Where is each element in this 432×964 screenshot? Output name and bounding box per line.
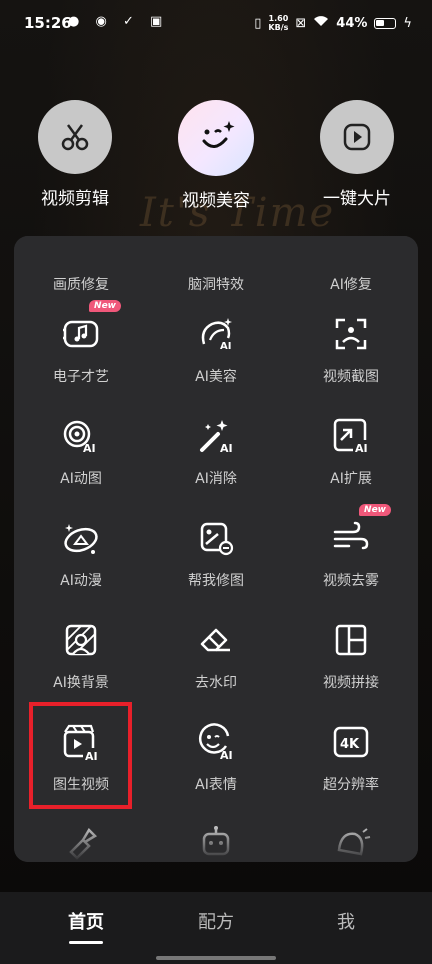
svg-text:AI: AI: [220, 341, 231, 352]
scissors-icon: [38, 100, 112, 174]
ai-background-icon: [61, 620, 101, 660]
panel-fade-top: [14, 236, 418, 258]
nav-recipe-label: 配方: [198, 912, 234, 933]
video-stitch-icon: [331, 620, 371, 660]
tool-ai-erase[interactable]: AI AI消除: [149, 416, 283, 488]
tool-video-stitch[interactable]: 视频拼接: [284, 620, 418, 692]
tool-label: AI消除: [195, 471, 237, 487]
tool-photo-edit[interactable]: 帮我修图: [149, 518, 283, 590]
shortcut-label: 一键大片: [323, 189, 391, 209]
nav-home[interactable]: 首页: [36, 908, 136, 944]
net-speed: 1.60 KB/s: [268, 14, 288, 32]
status-right: ▯ 1.60 KB/s ⊠ 44% ϟ: [254, 14, 412, 32]
tool-ai-beauty[interactable]: AI AI美容: [149, 314, 283, 386]
tool-super-resolution[interactable]: 4K 超分辨率: [284, 722, 418, 794]
face-sparkle-icon: [178, 100, 254, 176]
tool-label: AI动漫: [60, 573, 102, 589]
tool-label: AI美容: [195, 369, 237, 385]
tool-label: AI动图: [60, 471, 102, 487]
ai-beauty-icon: AI: [196, 314, 236, 354]
tool-video-screenshot[interactable]: 视频截图: [284, 314, 418, 386]
dehaze-icon: New: [331, 504, 391, 558]
highlight-image-to-video: [29, 702, 132, 809]
tool-electronic-talent[interactable]: New 电子才艺: [14, 300, 148, 386]
status-time: 15:26: [24, 14, 72, 32]
new-badge: New: [89, 300, 121, 312]
tool-label: AI修复: [330, 277, 372, 293]
shortcut-video-edit[interactable]: 视频剪辑: [20, 100, 130, 209]
shortcut-one-click-movie[interactable]: 一键大片: [302, 100, 412, 209]
sim-icon: ⊠: [295, 15, 307, 31]
svg-text:AI: AI: [220, 442, 233, 455]
svg-text:4K: 4K: [340, 737, 360, 752]
tool-ai-anime[interactable]: AI动漫: [14, 518, 148, 590]
wifi-icon: [313, 15, 329, 31]
home-indicator: [156, 956, 276, 960]
tool-label: AI换背景: [53, 675, 109, 691]
tool-label: 去水印: [195, 675, 237, 691]
tool-label: 画质修复: [53, 277, 109, 293]
tool-label: 视频截图: [323, 369, 379, 385]
shortcut-label: 视频剪辑: [41, 189, 109, 209]
ai-erase-icon: AI: [196, 416, 236, 456]
status-bar: 15:26 ● ◉ ✓ ▣ ▯ 1.60 KB/s ⊠ 44% ϟ: [0, 0, 432, 52]
tool-label: AI表情: [195, 777, 237, 793]
ai-anime-icon: [61, 518, 101, 558]
net-speed-unit: KB/s: [268, 23, 289, 32]
ai-expand-icon: AI: [331, 416, 371, 456]
vibrate-icon: ▯: [254, 15, 262, 31]
battery-icon: [374, 17, 397, 29]
battery-percent: 44%: [336, 15, 368, 31]
shortcut-label: 视频美容: [182, 191, 250, 211]
svg-text:AI: AI: [220, 749, 233, 762]
tool-label: 视频拼接: [323, 675, 379, 691]
tool-ai-gif[interactable]: AI AI动图: [14, 416, 148, 488]
play-icon: [320, 100, 394, 174]
tool-ai-emoji[interactable]: AI AI表情: [149, 722, 283, 794]
svg-text:AI: AI: [355, 442, 368, 455]
svg-text:AI: AI: [83, 442, 96, 455]
tool-label: 电子才艺: [53, 369, 109, 385]
new-badge: New: [359, 504, 391, 516]
nav-home-label: 首页: [68, 912, 104, 933]
tool-label: 视频去雾: [323, 573, 379, 589]
tool-remove-watermark[interactable]: 去水印: [149, 620, 283, 692]
tool-label: 脑洞特效: [188, 277, 244, 293]
eraser-icon: [196, 620, 236, 660]
tool-ai-background[interactable]: AI换背景: [14, 620, 148, 692]
panel-fade-bottom: [14, 812, 418, 862]
shortcut-video-beauty[interactable]: 视频美容: [161, 100, 271, 211]
bottom-nav: 首页 配方 我: [0, 892, 432, 964]
net-speed-value: 1.60: [268, 14, 289, 23]
4k-icon: 4K: [331, 722, 371, 762]
nav-recipe[interactable]: 配方: [166, 908, 266, 934]
tool-label: 超分辨率: [323, 777, 379, 793]
tool-ai-expand[interactable]: AI AI扩展: [284, 416, 418, 488]
tool-video-dehaze[interactable]: New 视频去雾: [284, 504, 418, 590]
photo-edit-icon: [196, 518, 236, 558]
nav-active-indicator: [69, 941, 103, 944]
tool-label: AI扩展: [330, 471, 372, 487]
ai-gif-icon: AI: [61, 416, 101, 456]
notification-icons: ● ◉ ✓ ▣: [68, 14, 169, 29]
video-screenshot-icon: [331, 314, 371, 354]
music-screen-icon: New: [61, 300, 121, 354]
charging-icon: ϟ: [403, 15, 412, 31]
nav-me-label: 我: [337, 912, 355, 933]
tool-label: 帮我修图: [188, 573, 244, 589]
nav-me[interactable]: 我: [296, 908, 396, 934]
ai-emoji-icon: AI: [196, 722, 236, 762]
